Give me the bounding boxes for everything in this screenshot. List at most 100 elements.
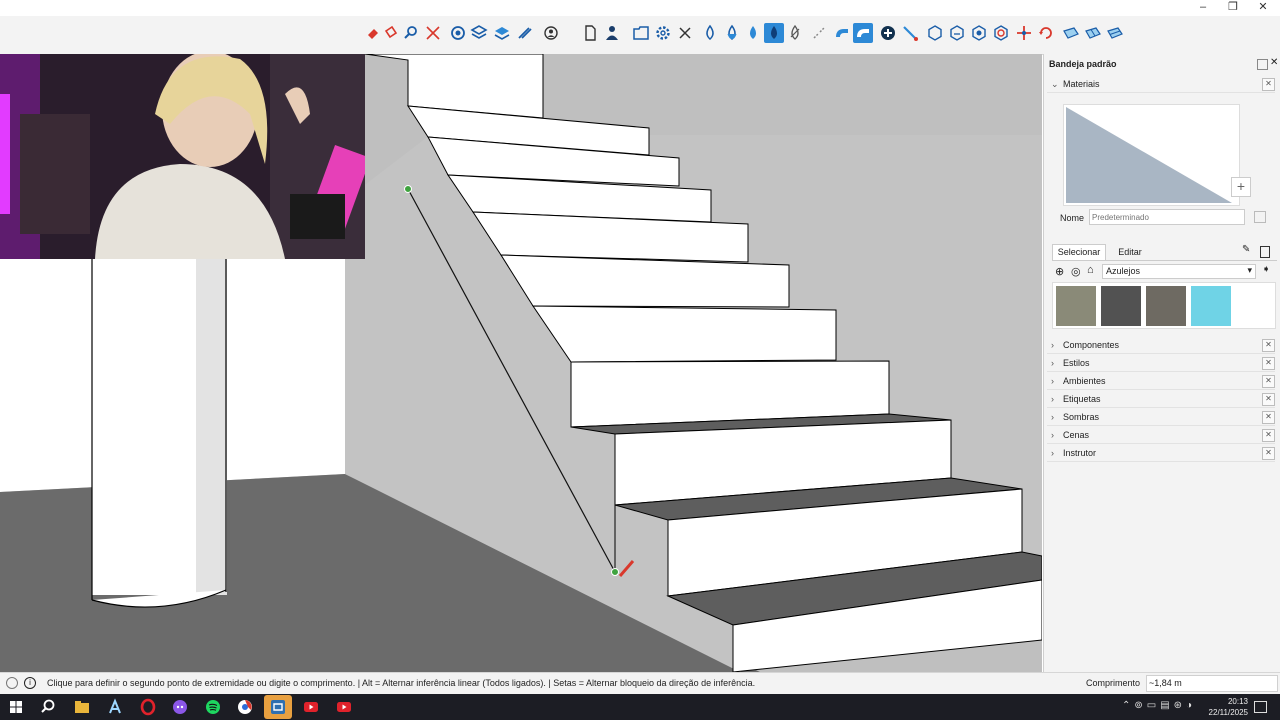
- files-icon[interactable]: [72, 697, 92, 717]
- zoom-icon[interactable]: [401, 23, 421, 43]
- cube-icon[interactable]: [991, 23, 1011, 43]
- pen-icon[interactable]: [900, 23, 920, 43]
- close-panel-icon[interactable]: ✕: [1262, 78, 1275, 91]
- create-material-icon[interactable]: +: [1231, 177, 1251, 197]
- start-point: [404, 185, 412, 193]
- spotify-icon[interactable]: [203, 697, 223, 717]
- youtube-icon[interactable]: [334, 697, 354, 717]
- section-scenes[interactable]: › Cenas ✕: [1047, 427, 1275, 444]
- default-tray: Bandeja padrão ✕ ⌄ Materiais ✕ + Nome Se…: [1043, 54, 1280, 672]
- section-styles[interactable]: › Estilos ✕: [1047, 355, 1275, 372]
- home-nav-icon[interactable]: ⊕: [1055, 265, 1064, 278]
- material-swatch[interactable]: [1191, 286, 1231, 326]
- material-swatch-grid: [1052, 282, 1276, 329]
- system-tray-icons[interactable]: ⌃⊚▭▤⊛◑: [1122, 700, 1196, 711]
- eyedropper-icon[interactable]: ✎: [1242, 244, 1254, 256]
- restore-button[interactable]: ❐: [1218, 0, 1248, 14]
- cross-icon[interactable]: [675, 23, 695, 43]
- tile-icon[interactable]: [1061, 23, 1081, 43]
- tab-select[interactable]: Selecionar: [1052, 244, 1106, 260]
- section-shadows[interactable]: › Sombras ✕: [1047, 409, 1275, 426]
- leaf-icon[interactable]: [785, 23, 805, 43]
- person-icon[interactable]: [602, 23, 622, 43]
- style-icon[interactable]: [515, 23, 535, 43]
- status-bar: i Clique para definir o segundo ponto de…: [0, 672, 1280, 695]
- rotate-icon[interactable]: [1036, 23, 1056, 43]
- youtube-icon[interactable]: [301, 697, 321, 717]
- settings-icon[interactable]: [653, 23, 673, 43]
- clock-date: 22/11/2025: [1208, 708, 1248, 717]
- copy-icon[interactable]: [1254, 211, 1266, 223]
- box-select-icon[interactable]: [631, 23, 651, 43]
- chevron-right-icon: ›: [1051, 376, 1054, 386]
- magnet-icon[interactable]: [809, 23, 829, 43]
- tray-title: Bandeja padrão: [1049, 59, 1117, 69]
- tile-icon[interactable]: [1105, 23, 1125, 43]
- chevron-right-icon: ›: [1051, 358, 1054, 368]
- opera-icon[interactable]: [138, 697, 158, 717]
- info-icon[interactable]: [6, 677, 18, 689]
- close-panel-icon[interactable]: ✕: [1262, 375, 1275, 388]
- pin-icon[interactable]: [1257, 59, 1268, 70]
- drop-icon[interactable]: [700, 23, 720, 43]
- notification-icon[interactable]: [1254, 701, 1267, 713]
- chevron-right-icon: ›: [1051, 394, 1054, 404]
- material-name-input[interactable]: [1089, 209, 1245, 225]
- trash-icon[interactable]: [1260, 246, 1270, 258]
- materials-header[interactable]: ⌄ Materiais ✕: [1047, 76, 1275, 93]
- tile-icon[interactable]: [1083, 23, 1103, 43]
- magnet-active-icon[interactable]: [853, 23, 873, 43]
- orbit-icon[interactable]: [448, 23, 468, 43]
- material-swatch[interactable]: [1056, 286, 1096, 326]
- drop-half-icon[interactable]: [722, 23, 742, 43]
- sketchup-icon[interactable]: [264, 695, 292, 719]
- zoom-extents-icon[interactable]: [423, 23, 443, 43]
- user-icon[interactable]: [541, 23, 561, 43]
- close-panel-icon[interactable]: ✕: [1262, 411, 1275, 424]
- section-environments[interactable]: › Ambientes ✕: [1047, 373, 1275, 390]
- name-label: Nome: [1060, 213, 1085, 223]
- magnet-icon[interactable]: [832, 23, 852, 43]
- paint-bucket-icon[interactable]: [381, 23, 401, 43]
- move-icon[interactable]: [1014, 23, 1034, 43]
- instructor-icon[interactable]: i: [24, 677, 36, 689]
- cube-icon[interactable]: [969, 23, 989, 43]
- house-icon[interactable]: ⌂: [1087, 264, 1094, 276]
- page-icon[interactable]: [580, 23, 600, 43]
- close-window-button[interactable]: ✕: [1248, 0, 1278, 14]
- discord-icon[interactable]: [170, 697, 190, 717]
- section-tags[interactable]: › Etiquetas ✕: [1047, 391, 1275, 408]
- material-swatch[interactable]: [1101, 286, 1141, 326]
- model-icon[interactable]: ◎: [1071, 265, 1081, 278]
- model-viewport[interactable]: [0, 54, 1042, 672]
- material-preview: [1063, 104, 1240, 206]
- section-plane-icon[interactable]: [469, 23, 489, 43]
- measurements-box[interactable]: ~1,84 m: [1146, 675, 1278, 692]
- close-tray-icon[interactable]: ✕: [1270, 57, 1278, 68]
- material-swatch[interactable]: [1146, 286, 1186, 326]
- layers-icon[interactable]: [492, 23, 512, 43]
- app-a-icon[interactable]: [105, 697, 125, 717]
- cube-icon[interactable]: [925, 23, 945, 43]
- details-icon[interactable]: ➧: [1262, 264, 1270, 275]
- clock[interactable]: 20:13 22/11/2025: [1196, 696, 1248, 718]
- close-panel-icon[interactable]: ✕: [1262, 447, 1275, 460]
- add-icon[interactable]: [878, 23, 898, 43]
- library-select[interactable]: Azulejos ▾: [1102, 264, 1256, 279]
- section-instructor[interactable]: › Instrutor ✕: [1047, 445, 1275, 462]
- drop-filled-icon[interactable]: [764, 23, 784, 43]
- cube-icon[interactable]: [947, 23, 967, 43]
- section-components[interactable]: › Componentes ✕: [1047, 337, 1275, 354]
- close-panel-icon[interactable]: ✕: [1262, 429, 1275, 442]
- start-icon[interactable]: [6, 697, 26, 717]
- close-panel-icon[interactable]: ✕: [1262, 393, 1275, 406]
- search-icon[interactable]: [38, 697, 58, 717]
- close-panel-icon[interactable]: ✕: [1262, 339, 1275, 352]
- taskbar: ⌃⊚▭▤⊛◑ 20:13 22/11/2025: [0, 694, 1280, 720]
- minimize-button[interactable]: –: [1188, 0, 1218, 14]
- chevron-right-icon: ›: [1051, 340, 1054, 350]
- drop-icon[interactable]: [743, 23, 763, 43]
- tab-edit[interactable]: Editar: [1110, 245, 1150, 259]
- chrome-icon[interactable]: [235, 697, 255, 717]
- close-panel-icon[interactable]: ✕: [1262, 357, 1275, 370]
